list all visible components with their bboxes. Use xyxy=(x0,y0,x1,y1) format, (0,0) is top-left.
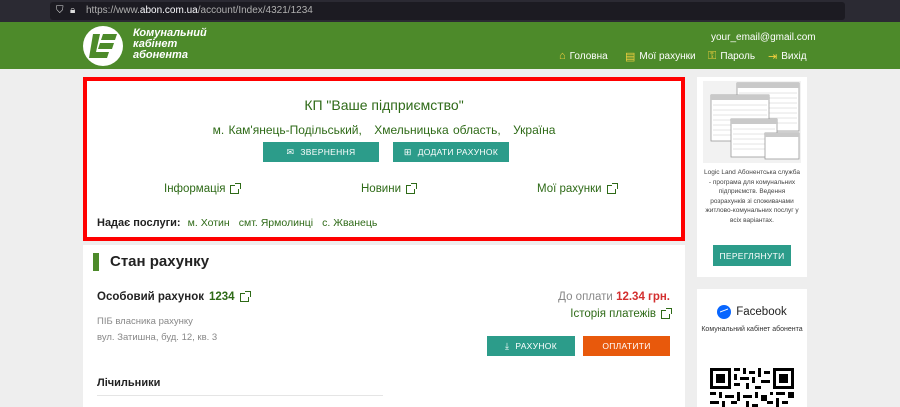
lock-icon[interactable]: 🔒︎ xyxy=(70,6,75,16)
facebook-title: Facebook xyxy=(736,306,787,318)
facebook-description: Комунальний кабінет абонента xyxy=(701,326,803,333)
amount-due-label: До оплати xyxy=(558,291,613,303)
facebook-card: Facebook Комунальний кабінет абонента xyxy=(697,289,807,407)
url-prefix: https://www. xyxy=(86,5,140,16)
nav-logout[interactable]: ⇥ Вихід xyxy=(768,50,807,63)
section-accent-bar xyxy=(93,253,99,271)
software-screenshot-image[interactable] xyxy=(703,81,801,163)
nav-password[interactable]: ⚿ Пароль xyxy=(708,50,755,63)
url-domain: abon.com.ua xyxy=(139,5,198,16)
news-link[interactable]: Новини xyxy=(361,182,418,195)
appeal-button-label: ЗВЕРНЕННЯ xyxy=(300,147,356,157)
qr-code-image[interactable] xyxy=(710,368,794,407)
user-email[interactable]: your_email@gmail.com xyxy=(711,32,816,43)
key-icon: ⚿ xyxy=(708,50,717,62)
pay-button[interactable]: ОПЛАТИТИ xyxy=(583,336,670,356)
news-link-label: Новини xyxy=(361,183,402,195)
divider xyxy=(97,395,383,396)
nav-home[interactable]: ⌂ Головна xyxy=(559,50,608,62)
logout-icon: ⇥ xyxy=(768,51,778,63)
external-link-icon xyxy=(406,182,418,194)
invoice-button[interactable]: ⤓ РАХУНОК xyxy=(487,336,575,356)
home-icon: ⌂ xyxy=(559,50,566,62)
service-town-link[interactable]: с. Жванець xyxy=(322,217,377,229)
account-card: Стан рахунку Особовий рахунок 1234 ПІБ в… xyxy=(83,245,685,407)
meters-title: Лічильники xyxy=(97,377,161,389)
shield-icon[interactable]: ⛉ xyxy=(56,6,64,16)
owner-name: ПІБ власника рахунку xyxy=(97,316,193,327)
invoice-button-label: РАХУНОК xyxy=(515,341,557,351)
plus-box-icon: ⊞ xyxy=(403,146,412,157)
account-label: Особовий рахунок 1234 xyxy=(97,290,251,303)
external-link-icon[interactable] xyxy=(239,290,251,302)
amount-due-value: 12.34 грн. xyxy=(616,291,670,303)
services-label: Надає послуги: xyxy=(97,217,181,229)
site-header: Комунальний кабінет абонента your_email@… xyxy=(0,22,900,69)
url-text[interactable]: https://www.abon.com.ua/account/Index/43… xyxy=(86,6,313,16)
address-bar[interactable]: ⛉ 🔒︎ https://www.abon.com.ua/account/Ind… xyxy=(50,2,845,20)
service-town-link[interactable]: смт. Ярмолинці xyxy=(239,217,313,229)
download-icon: ⤓ xyxy=(505,340,510,351)
company-location: м. Кам'янець-Подільський, Хмельницька об… xyxy=(87,123,681,137)
nav-my-accounts[interactable]: ▤ Мої рахунки xyxy=(625,50,696,63)
company-region: Хмельницька область, xyxy=(374,123,501,137)
amount-due: До оплати 12.34 грн. xyxy=(558,291,670,303)
nav-password-label: Пароль xyxy=(720,51,756,62)
external-link-icon xyxy=(606,182,618,194)
logo-line: абонента xyxy=(133,49,188,61)
payment-history-link[interactable]: Історія платежів xyxy=(570,307,672,320)
nav-home-label: Головна xyxy=(569,50,608,62)
section-title: Стан рахунку xyxy=(110,253,210,270)
mail-icon: ✉ xyxy=(286,146,295,157)
appeal-button[interactable]: ✉ ЗВЕРНЕННЯ xyxy=(263,142,379,162)
nav-logout-label: Вихід xyxy=(781,51,807,62)
account-address: вул. Затишна, буд. 12, кв. 3 xyxy=(97,332,218,343)
software-ad-text: Logic Land Абонентська служба - програма… xyxy=(703,169,800,224)
services-row: Надає послуги: м. Хотин смт. Ярмолинці с… xyxy=(97,217,383,229)
account-label-text: Особовий рахунок xyxy=(97,291,204,303)
add-account-button-label: ДОДАТИ РАХУНОК xyxy=(417,147,499,157)
document-icon: ▤ xyxy=(625,51,636,63)
browser-toolbar: ⛉ 🔒︎ https://www.abon.com.ua/account/Ind… xyxy=(0,0,900,22)
logo-mark-icon xyxy=(89,34,117,58)
external-link-icon xyxy=(661,307,672,319)
view-button[interactable]: ПЕРЕГЛЯНУТИ xyxy=(713,245,791,266)
my-accounts-link-label: Мої рахунки xyxy=(537,183,602,195)
external-link-icon xyxy=(230,182,242,194)
pay-button-label: ОПЛАТИТИ xyxy=(602,341,651,351)
add-account-button[interactable]: ⊞ ДОДАТИ РАХУНОК xyxy=(393,142,509,162)
account-number-link[interactable]: 1234 xyxy=(209,291,235,303)
company-country: Україна xyxy=(513,123,556,137)
info-link-label: Інформація xyxy=(164,183,226,195)
service-town-link[interactable]: м. Хотин xyxy=(188,217,230,229)
view-button-label: ПЕРЕГЛЯНУТИ xyxy=(719,250,785,261)
company-name: КП "Ваше підприємство" xyxy=(304,97,464,113)
info-link[interactable]: Інформація xyxy=(164,182,242,195)
payment-history-label: Історія платежів xyxy=(570,308,656,320)
company-card: КП "Ваше підприємство" м. Кам'янець-Поді… xyxy=(83,77,685,241)
facebook-link[interactable]: Facebook xyxy=(697,305,807,319)
my-accounts-link[interactable]: Мої рахунки xyxy=(537,182,618,195)
logo[interactable] xyxy=(83,26,123,66)
nav-accounts-label: Мої рахунки xyxy=(639,51,696,62)
company-city: м. Кам'янець-Подільський, xyxy=(212,123,362,137)
software-ad-card: Logic Land Абонентська служба - програма… xyxy=(697,77,807,277)
messenger-icon xyxy=(717,305,732,319)
url-path: /account/Index/4321/1234 xyxy=(197,5,313,16)
logo-text[interactable]: Комунальний кабінет абонента xyxy=(133,28,207,61)
